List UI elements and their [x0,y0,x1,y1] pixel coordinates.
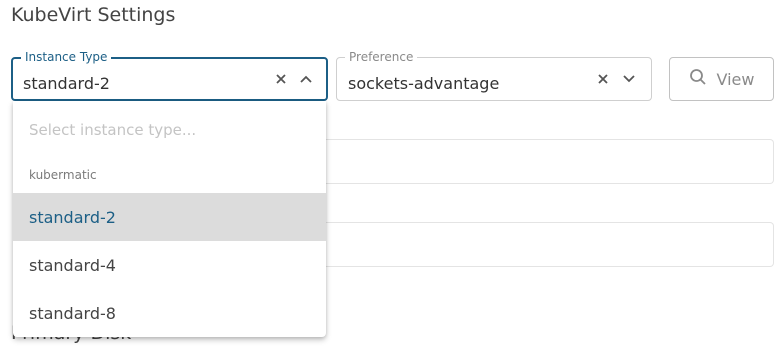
section-title: KubeVirt Settings [11,4,176,26]
view-button[interactable]: View [669,57,774,101]
instance-type-dropdown: kubermatic standard-2 standard-4 standar… [13,101,326,337]
option-standard-4[interactable]: standard-4 [13,241,326,289]
preference-value: sockets-advantage [348,74,500,93]
instance-type-label: Instance Type [21,50,112,64]
preference-label: Preference [345,50,418,64]
preference-select[interactable]: Preference sockets-advantage [336,50,652,101]
option-group-label: kubermatic [29,168,97,182]
chevron-down-icon[interactable] [619,69,639,89]
option-standard-2[interactable]: standard-2 [13,193,326,241]
background-field[interactable] [326,139,774,184]
background-field[interactable] [326,222,774,267]
close-icon[interactable] [271,69,291,89]
instance-type-select[interactable]: Instance Type standard-2 [11,50,328,101]
search-icon [689,68,707,90]
close-icon[interactable] [593,69,613,89]
option-standard-8[interactable]: standard-8 [13,289,326,337]
instance-type-value: standard-2 [23,74,110,93]
instance-type-search-input[interactable] [29,121,309,139]
view-button-label: View [716,69,755,89]
chevron-up-icon[interactable] [296,69,316,89]
